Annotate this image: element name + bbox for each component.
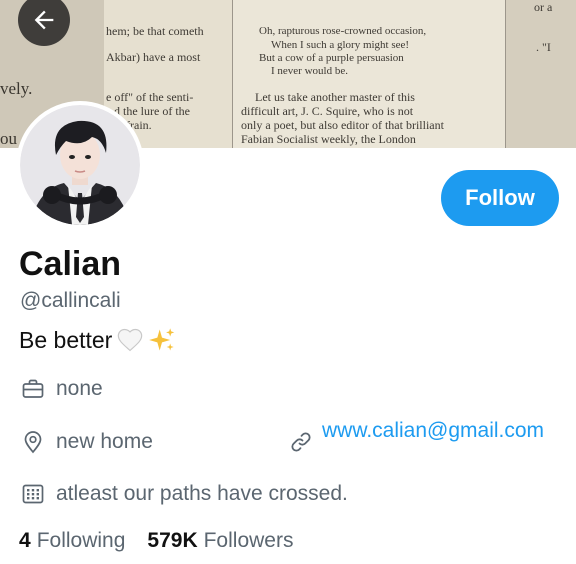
banner-text: Oh, rapturous rose-crowned occasion, bbox=[259, 25, 427, 37]
link-icon bbox=[291, 432, 311, 452]
username-handle: @callincali bbox=[20, 289, 121, 312]
followers-stat[interactable]: 579K Followers bbox=[147, 529, 293, 553]
banner-text: Akbar) have a most bbox=[106, 50, 201, 64]
following-stat[interactable]: 4 Following bbox=[19, 529, 125, 553]
sparkles-icon bbox=[149, 328, 175, 351]
banner-text: hem; be that cometh bbox=[106, 24, 204, 38]
profile-website[interactable]: www.calian@gmail.com bbox=[289, 418, 557, 454]
profile-location: new home bbox=[21, 430, 153, 454]
bio-text: Be better bbox=[19, 326, 113, 353]
profile-work: none bbox=[21, 377, 103, 401]
display-name: Calian bbox=[19, 245, 122, 283]
banner-text: When I such a glory might see! bbox=[271, 39, 410, 51]
location-text: new home bbox=[56, 430, 153, 453]
arrow-left-icon bbox=[34, 10, 54, 30]
work-text: none bbox=[56, 377, 103, 400]
avatar-image bbox=[20, 105, 140, 225]
banner-text: I never would be. bbox=[271, 65, 348, 77]
following-count: 4 bbox=[19, 529, 31, 552]
banner-text: difficult art, J. C. Squire, who is not bbox=[241, 104, 414, 118]
banner-text: Let us take another master of this bbox=[255, 90, 415, 104]
profile-bio: Be better bbox=[19, 326, 176, 354]
banner-text: Fabian Socialist weekly, the London bbox=[241, 132, 416, 146]
banner-text: ou bbox=[0, 129, 17, 148]
followers-count: 579K bbox=[147, 529, 198, 552]
briefcase-icon bbox=[22, 379, 44, 398]
banner-text: . "I bbox=[536, 40, 551, 54]
joined-text: atleast our paths have crossed. bbox=[56, 482, 348, 505]
banner-text: But a cow of a purple persuasion bbox=[259, 52, 404, 64]
banner-text: vely. bbox=[0, 79, 33, 98]
location-pin-icon bbox=[24, 431, 42, 454]
banner-text: d the lure of the bbox=[114, 104, 190, 118]
banner-text: only a poet, but also editor of that bri… bbox=[241, 118, 444, 132]
banner-column: or a . "I bbox=[505, 0, 576, 148]
following-label: Following bbox=[36, 529, 126, 552]
website-link[interactable]: www.calian@gmail.com bbox=[322, 418, 557, 443]
followers-label: Followers bbox=[203, 529, 294, 552]
banner-text: or a bbox=[534, 0, 553, 14]
white-heart-icon bbox=[118, 328, 143, 352]
banner-column: Oh, rapturous rose-crowned occasion, Whe… bbox=[233, 0, 505, 148]
profile-joined: atleast our paths have crossed. bbox=[21, 482, 348, 506]
follow-button[interactable]: Follow bbox=[441, 170, 559, 226]
calendar-icon bbox=[22, 484, 44, 504]
banner-text: e off" of the senti- bbox=[106, 90, 194, 104]
follow-stats: 4 Following 579K Followers bbox=[19, 529, 293, 553]
avatar[interactable] bbox=[16, 101, 144, 229]
